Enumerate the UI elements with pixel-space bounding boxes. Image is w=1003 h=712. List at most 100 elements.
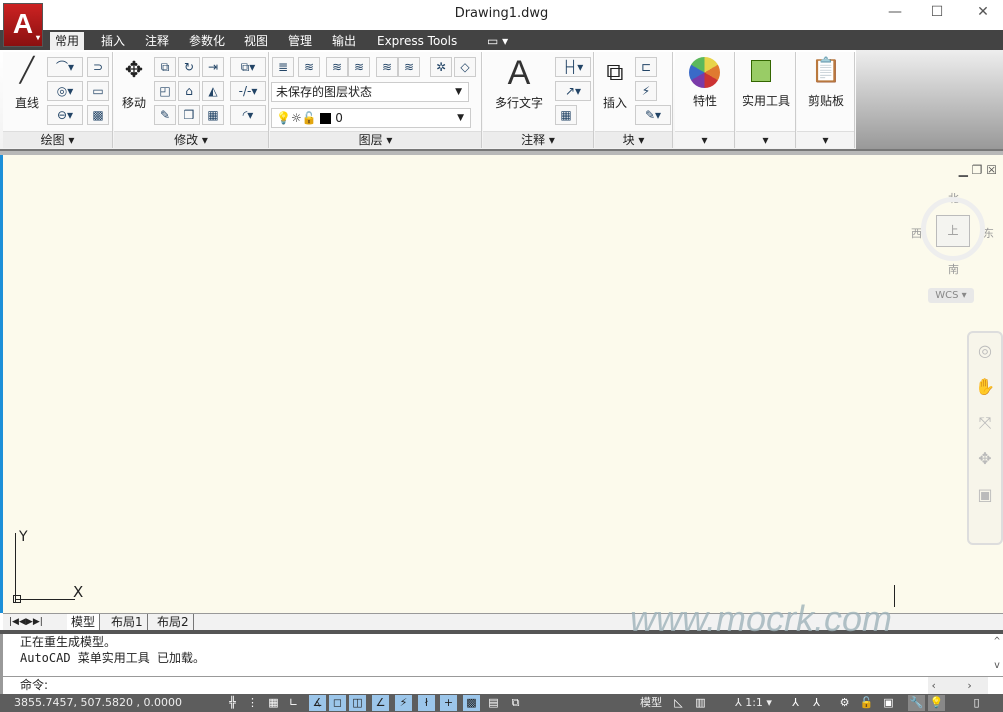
clean-screen-icon[interactable]: ▯ (968, 695, 985, 711)
panel-modify-title[interactable]: 修改 ▾ (114, 131, 268, 148)
chevron-down-icon[interactable]: ▾ (797, 131, 854, 148)
tab-express-tools[interactable]: Express Tools (372, 32, 462, 50)
circle-button[interactable]: ◎▾ (47, 81, 83, 101)
osnap-icon[interactable]: ◻ (329, 695, 346, 711)
panel-properties[interactable]: 特性 ▾ (675, 52, 735, 148)
mtext-button[interactable]: 多行文字 (489, 94, 549, 111)
maximize-button[interactable]: ☐ (922, 4, 952, 24)
quick-properties-icon[interactable]: ▤ (485, 695, 502, 711)
attribute-button[interactable]: ✎▾ (635, 105, 671, 125)
last-tab-button[interactable]: ▶| (33, 617, 43, 627)
selection-cycling-icon[interactable]: ⧉ (507, 695, 524, 711)
tab-manage[interactable]: 管理 (283, 32, 317, 50)
close-button[interactable]: ✕ (968, 4, 998, 24)
rectangle-button[interactable]: ▭ (87, 81, 109, 101)
zoom-extents-icon[interactable]: ⤧ (969, 405, 1001, 441)
3d-osnap-icon[interactable]: ◫ (349, 695, 366, 711)
line-button[interactable]: 直线 (7, 94, 47, 111)
tab-annotate[interactable]: 注释 (140, 32, 174, 50)
layer-previous-icon[interactable]: ≋ (348, 57, 370, 77)
layer-state-icon[interactable]: ≋ (298, 57, 320, 77)
transparency-icon[interactable]: ▩ (463, 695, 480, 711)
panel-utilities[interactable]: 实用工具 ▾ (736, 52, 796, 148)
annotation-visibility-icon[interactable]: ⅄ (787, 695, 804, 711)
erase-icon[interactable]: ✎ (154, 105, 176, 125)
scroll-up-icon[interactable]: ^ (994, 636, 1000, 647)
layer-state-dropdown[interactable]: 未保存的图层状态▼ (271, 82, 469, 102)
edit-block-icon[interactable]: ⚡ (635, 81, 657, 101)
annotation-scale[interactable]: ⅄ 1:1 ▾ (735, 694, 772, 712)
tab-model[interactable]: 模型 (67, 614, 100, 630)
orbit-icon[interactable]: ✥ (969, 441, 1001, 477)
layout-icon[interactable]: ◺ (670, 695, 687, 711)
bulb-icon[interactable]: 💡 (928, 695, 945, 711)
grid-icon[interactable]: ▦ (265, 695, 282, 711)
dimension-button[interactable]: ├┤▾ (555, 57, 591, 77)
viewcube-top[interactable]: 上 (936, 215, 970, 247)
layer-unisolate-icon[interactable]: ≋ (398, 57, 420, 77)
panel-draw-title[interactable]: 绘图 ▾ (3, 131, 112, 148)
snap-icon[interactable]: ⋮ (244, 695, 261, 711)
break-icon[interactable]: -/-▾ (230, 81, 266, 101)
layer-isolate-icon[interactable]: ≋ (376, 57, 398, 77)
hardware-acceleration-icon[interactable]: ▣ (880, 695, 897, 711)
explode-icon[interactable]: ❒ (178, 105, 200, 125)
command-line[interactable]: 命令: ‹ › (0, 676, 1003, 694)
mirror-icon[interactable]: ◭ (202, 81, 224, 101)
tab-parametric[interactable]: 参数化 (184, 32, 230, 50)
tab-output[interactable]: 输出 (327, 32, 361, 50)
layer-off-icon[interactable]: ◇ (454, 57, 476, 77)
leader-button[interactable]: ↗▾ (555, 81, 591, 101)
tab-layout1[interactable]: 布局1 (107, 614, 148, 630)
layer-freeze-icon[interactable]: ✲ (430, 57, 452, 77)
viewcube-south[interactable]: 南 (948, 261, 959, 277)
layer-match-icon[interactable]: ≋ (326, 57, 348, 77)
tab-layout2[interactable]: 布局2 (153, 614, 194, 630)
workspace-gear-icon[interactable]: ⚙ (836, 695, 853, 711)
chevron-down-icon[interactable]: ▾ (736, 131, 795, 148)
ortho-icon[interactable]: ∟ (285, 695, 302, 711)
lineweight-icon[interactable]: + (440, 695, 457, 711)
layer-properties-icon[interactable]: ≣ (272, 57, 294, 77)
table-button[interactable]: ▦ (555, 105, 577, 125)
layout-nav-buttons[interactable]: |◀◀▶▶| (5, 614, 47, 630)
drawing-canvas[interactable]: ▁ ❐ ☒ 北 西 东 南 上 WCS ▾ Y X (0, 155, 1003, 613)
polar-icon[interactable]: ∡ (309, 695, 326, 711)
ribbon-minimize-button[interactable]: ▭ ▾ (482, 32, 513, 50)
tab-view[interactable]: 视图 (239, 32, 273, 50)
tab-home[interactable]: 常用 (50, 32, 84, 50)
move-button[interactable]: 移动 (116, 94, 152, 111)
panel-annotation-title[interactable]: 注释 ▾ (483, 131, 593, 148)
prev-tab-button[interactable]: ◀ (19, 617, 26, 627)
create-block-icon[interactable]: ⊏ (635, 57, 657, 77)
infer-constraints-icon[interactable]: ╬ (224, 695, 241, 711)
panel-layers-title[interactable]: 图层 ▾ (270, 131, 481, 148)
model-space-button[interactable]: 模型 (640, 694, 662, 712)
polyline-button[interactable]: ⌒▾ (47, 57, 83, 77)
fillet-icon[interactable]: ◜▾ (230, 105, 266, 125)
next-tab-button[interactable]: ▶ (26, 617, 33, 627)
rotate-icon[interactable]: ↻ (178, 57, 200, 77)
scroll-down-icon[interactable]: v (994, 660, 1000, 671)
steering-wheel-icon[interactable]: ◎ (969, 333, 1001, 369)
lock-icon[interactable]: 🔓 (858, 695, 875, 711)
viewport-controls[interactable]: ▁ ❐ ☒ (959, 163, 997, 177)
first-tab-button[interactable]: |◀ (9, 617, 19, 627)
hatch-button[interactable]: ▩ (87, 105, 109, 125)
stretch-icon[interactable]: ⌂ (178, 81, 200, 101)
quick-view-icon[interactable]: ▥ (692, 695, 709, 711)
coordinates-readout[interactable]: 3855.7457, 507.5820 , 0.0000 (14, 694, 182, 712)
layer-dropdown[interactable]: 💡☼🔓 0▼ (271, 108, 471, 128)
ellipse-button[interactable]: ⊖▾ (47, 105, 83, 125)
minimize-button[interactable]: — (880, 4, 910, 24)
showmotion-icon[interactable]: ▣ (969, 477, 1001, 513)
panel-block-title[interactable]: 块 ▾ (595, 131, 672, 148)
tab-insert[interactable]: 插入 (96, 32, 130, 50)
scale-icon[interactable]: ◰ (154, 81, 176, 101)
application-menu-button[interactable]: A▾ (3, 3, 43, 47)
copy-icon[interactable]: ⧉ (154, 57, 176, 77)
panel-clipboard[interactable]: 📋 剪贴板 ▾ (797, 52, 855, 148)
wcs-dropdown[interactable]: WCS ▾ (928, 288, 974, 303)
rect-array-icon[interactable]: ▦ (202, 105, 224, 125)
ducs-icon[interactable]: ⚡ (395, 695, 412, 711)
